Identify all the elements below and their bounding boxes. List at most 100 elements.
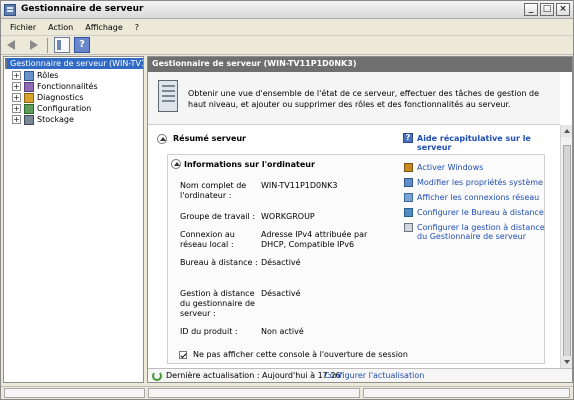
info-label: ID du produit : (180, 327, 238, 336)
expand-diagnostics-icon[interactable]: + (12, 93, 21, 102)
diagnostics-icon (24, 92, 34, 103)
menu-file[interactable]: Fichier (4, 23, 42, 32)
configuration-icon (24, 103, 34, 114)
status-bar (1, 386, 573, 399)
action-remote-management[interactable]: Configurer la gestion à distance du Gest… (404, 223, 554, 245)
status-bar-cell-middle (148, 388, 360, 398)
computer-icon (404, 178, 413, 187)
menu-view[interactable]: Affichage (79, 23, 129, 32)
network-connections-link[interactable]: Afficher les connexions réseau (417, 193, 539, 202)
tree-label-diagnostics: Diagnostics (37, 93, 84, 102)
back-arrow-icon (7, 40, 15, 50)
info-label: Gestion à distance du gestionnaire de se… (180, 289, 255, 318)
server-manager-window: Gestionnaire de serveur _ □ × Fichier Ac… (0, 0, 574, 400)
remote-desktop-icon (404, 208, 413, 217)
action-network-connections[interactable]: Afficher les connexions réseau (404, 193, 554, 205)
menu-action[interactable]: Action (42, 23, 79, 32)
forward-button[interactable] (25, 37, 41, 53)
intro-section: Obtenir une vue d'ensemble de l'état de … (148, 72, 560, 125)
refresh-footer: Dernière actualisation : Aujourd'hui à 1… (148, 368, 572, 382)
activate-windows-link[interactable]: Activer Windows (417, 163, 483, 172)
toolbar-separator (47, 37, 48, 53)
network-icon (404, 193, 413, 202)
dont-show-console-label: Ne pas afficher cette console à l'ouvert… (193, 350, 408, 359)
main-pane: Gestionnaire de serveur (WIN-TV11P1D0NK3… (147, 56, 573, 383)
scrollbar-thumb[interactable] (563, 145, 571, 365)
info-row-full-computer-name: Nom complet de l'ordinateur : WIN-TV11P1… (180, 181, 400, 209)
tree-item-configuration[interactable]: + Configuration (12, 103, 91, 114)
tree-item-diagnostics[interactable]: + Diagnostics (12, 92, 83, 103)
summary-help-link[interactable]: Aide récapitulative sur le serveur (417, 134, 550, 152)
status-bar-cell-right (363, 388, 570, 398)
status-bar-cell-left (4, 388, 145, 398)
title-bar: Gestionnaire de serveur _ □ × (1, 1, 573, 19)
server-management-icon (404, 223, 413, 232)
action-activate-windows[interactable]: Activer Windows (404, 163, 554, 175)
info-row-local-network: Connexion au réseau local : Adresse IPv4… (180, 230, 400, 254)
menu-bar: Fichier Action Affichage ? (1, 19, 573, 35)
system-properties-link[interactable]: Modifier les propriétés système (417, 178, 543, 187)
window-controls: _ □ × (524, 3, 570, 16)
features-icon (24, 81, 34, 92)
last-refresh-status: Dernière actualisation : Aujourd'hui à 1… (166, 371, 341, 380)
info-row-remote-management: Gestion à distance du gestionnaire de se… (180, 289, 400, 325)
info-value: Désactivé (261, 258, 301, 267)
server-icon (5, 58, 8, 69)
roles-icon (24, 70, 34, 81)
vertical-scrollbar[interactable] (560, 125, 572, 368)
tree-item-features[interactable]: + Fonctionnalités (12, 81, 98, 92)
tree-label-storage: Stockage (37, 115, 74, 124)
summary-header: Résumé serveur ? Aide récapitulative sur… (157, 132, 550, 152)
show-hide-console-tree-button[interactable] (54, 37, 70, 53)
server-tower-icon (158, 80, 178, 112)
collapse-info-icon[interactable] (171, 159, 181, 169)
expand-roles-icon[interactable]: + (12, 71, 21, 80)
tree-item-storage[interactable]: + Stockage (12, 114, 74, 125)
window-title: Gestionnaire de serveur (21, 4, 144, 14)
back-button[interactable] (5, 37, 21, 53)
info-value: WORKGROUP (261, 212, 315, 221)
info-value: Adresse IPv4 attribuée par DHCP, Compati… (261, 230, 368, 249)
info-value: Désactivé (261, 289, 301, 298)
navigation-tree: Gestionnaire de serveur (WIN-TV1 + Rôles… (3, 56, 144, 383)
main-header: Gestionnaire de serveur (WIN-TV11P1D0NK3… (148, 57, 572, 72)
info-value: WIN-TV11P1D0NK3 (261, 181, 338, 190)
maximize-button[interactable]: □ (540, 3, 554, 16)
info-row-workgroup: Groupe de travail : WORKGROUP (180, 212, 400, 224)
summary-help-icon: ? (403, 133, 413, 143)
expand-configuration-icon[interactable]: + (12, 104, 21, 113)
storage-icon (24, 114, 34, 125)
server-manager-icon (4, 4, 16, 16)
dont-show-console-checkbox[interactable] (179, 351, 187, 359)
tree-label-server-manager: Gestionnaire de serveur (WIN-TV1 (10, 59, 144, 68)
tree-item-server-manager[interactable]: Gestionnaire de serveur (WIN-TV1 (5, 58, 144, 69)
help-button[interactable]: ? (74, 37, 90, 53)
tree-label-features: Fonctionnalités (37, 82, 98, 91)
tree-label-roles: Rôles (37, 71, 59, 80)
scroll-up-icon[interactable] (561, 125, 572, 137)
menu-help[interactable]: ? (129, 23, 145, 32)
intro-text: Obtenir une vue d'ensemble de l'état de … (188, 89, 539, 109)
collapse-summary-icon[interactable] (157, 134, 167, 144)
info-label: Bureau à distance : (180, 258, 258, 267)
action-system-properties[interactable]: Modifier les propriétés système (404, 178, 554, 190)
info-row-product-id: ID du produit : Non activé (180, 327, 400, 339)
info-label: Connexion au réseau local : (180, 230, 235, 249)
info-label: Groupe de travail : (180, 212, 256, 221)
action-remote-desktop[interactable]: Configurer le Bureau à distance (404, 208, 554, 220)
remote-desktop-link[interactable]: Configurer le Bureau à distance (417, 208, 544, 217)
remote-management-link[interactable]: Configurer la gestion à distance du Gest… (417, 223, 547, 241)
info-value: Non activé (261, 327, 304, 336)
tree-item-roles[interactable]: + Rôles (12, 70, 58, 81)
key-icon (404, 163, 413, 172)
summary-title: Résumé serveur (173, 134, 247, 143)
forward-arrow-icon (30, 40, 38, 50)
expand-features-icon[interactable]: + (12, 82, 21, 91)
minimize-button[interactable]: _ (524, 3, 538, 16)
computer-info-box: Informations sur l'ordinateur Nom comple… (167, 154, 545, 364)
scroll-down-icon[interactable] (561, 356, 572, 368)
configure-refresh-link[interactable]: Configurer l'actualisation (324, 371, 424, 380)
expand-storage-icon[interactable]: + (12, 115, 21, 124)
close-button[interactable]: × (556, 3, 570, 16)
info-title: Informations sur l'ordinateur (184, 160, 315, 169)
